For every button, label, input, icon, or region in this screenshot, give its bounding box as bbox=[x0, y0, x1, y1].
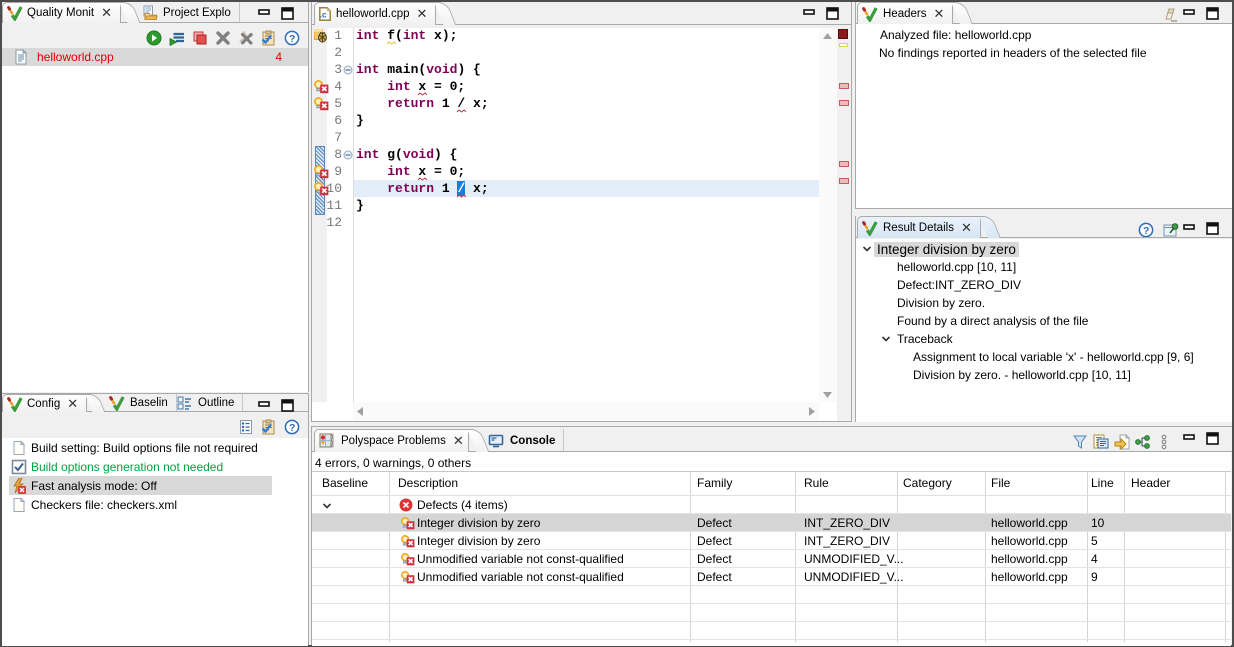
svg-text:?: ? bbox=[289, 422, 295, 434]
svg-text:?: ? bbox=[1143, 225, 1149, 237]
svg-text:.c: .c bbox=[320, 10, 327, 20]
svg-text:?: ? bbox=[289, 33, 295, 45]
